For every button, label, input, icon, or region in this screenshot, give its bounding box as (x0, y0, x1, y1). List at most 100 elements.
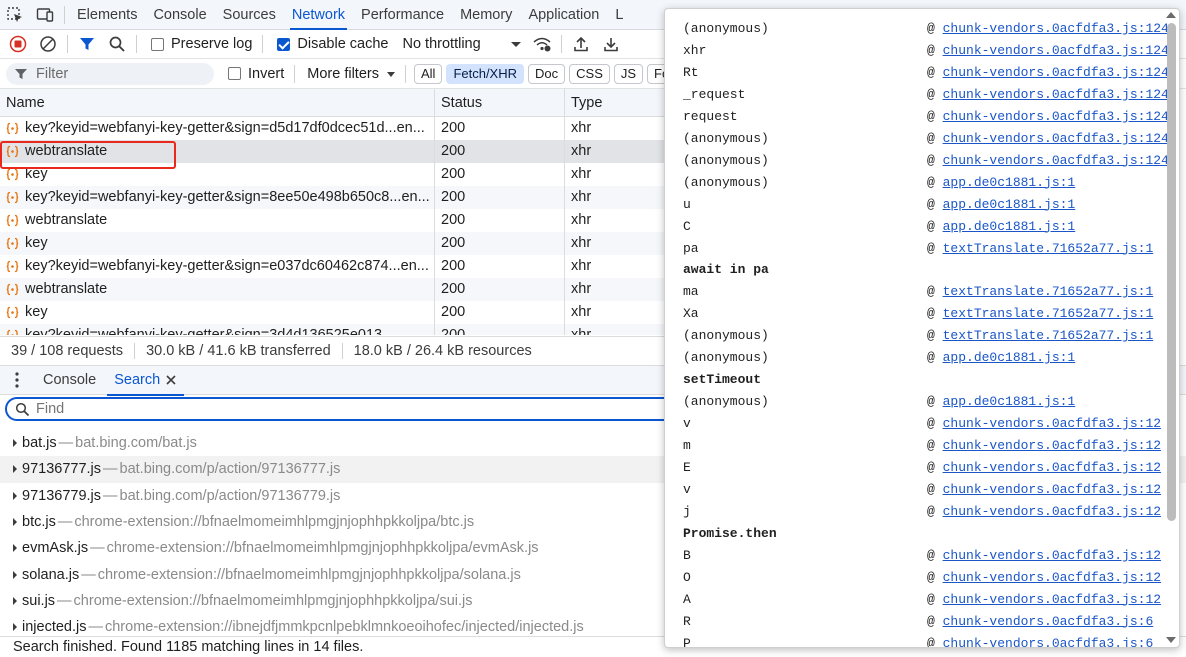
source-link[interactable]: app.de0c1881.js:1 (943, 394, 1076, 409)
search-input[interactable] (36, 401, 536, 417)
column-header-name[interactable]: Name (0, 89, 435, 116)
request-name-cell[interactable]: key (0, 232, 435, 255)
inspect-element-icon[interactable] (0, 0, 30, 30)
at-sign: @ (927, 460, 943, 475)
source-link[interactable]: chunk-vendors.0acfdfa3.js:124 (943, 131, 1169, 146)
request-name-cell[interactable]: key?keyid=webfanyi-key-getter&sign=3d4d1… (0, 324, 435, 335)
tab-sources[interactable]: Sources (215, 0, 284, 30)
checkbox-box[interactable] (277, 37, 291, 51)
table-row[interactable]: webtranslate 200 xhr (0, 278, 664, 301)
source-link[interactable]: app.de0c1881.js:1 (943, 197, 1076, 212)
source-link[interactable]: chunk-vendors.0acfdfa3.js:12 (943, 504, 1161, 519)
column-header-status[interactable]: Status (435, 89, 565, 116)
checkbox-box[interactable] (228, 67, 241, 80)
column-header-type[interactable]: Type (565, 89, 664, 116)
tab-memory[interactable]: Memory (452, 0, 520, 30)
request-name-cell[interactable]: key?keyid=webfanyi-key-getter&sign=d5d17… (0, 117, 435, 140)
network-conditions-icon[interactable] (527, 30, 557, 59)
source-link[interactable]: app.de0c1881.js:1 (943, 219, 1076, 234)
filter-chip-all[interactable]: All (413, 63, 443, 84)
source-link[interactable]: chunk-vendors.0acfdfa3.js:6 (943, 614, 1154, 629)
table-row[interactable]: key?keyid=webfanyi-key-getter&sign=d5d17… (0, 117, 664, 140)
throttling-select[interactable]: No throttling (402, 36, 522, 52)
source-link[interactable]: chunk-vendors.0acfdfa3.js:12 (943, 460, 1161, 475)
invert-checkbox[interactable]: Invert (228, 66, 284, 82)
source-link[interactable]: chunk-vendors.0acfdfa3.js:124 (943, 109, 1169, 124)
request-status: 200 (435, 140, 565, 163)
filter-input[interactable]: Filter (6, 62, 214, 85)
stack-frame-function: _request (683, 86, 746, 102)
preserve-log-checkbox[interactable]: Preserve log (151, 36, 252, 52)
tab-application[interactable]: Application (520, 0, 607, 30)
filter-chip-doc[interactable]: Doc (528, 63, 566, 84)
source-link[interactable]: chunk-vendors.0acfdfa3.js:12 (943, 482, 1161, 497)
source-link[interactable]: chunk-vendors.0acfdfa3.js:12 (943, 570, 1161, 585)
expand-triangle-icon[interactable] (13, 491, 17, 500)
source-link[interactable]: app.de0c1881.js:1 (943, 350, 1076, 365)
request-name-cell[interactable]: key (0, 301, 435, 324)
source-link[interactable]: app.de0c1881.js:1 (943, 175, 1076, 190)
source-link[interactable]: chunk-vendors.0acfdfa3.js:12 (943, 438, 1161, 453)
close-icon[interactable] (164, 373, 178, 387)
expand-triangle-icon[interactable] (13, 465, 17, 474)
request-name-cell[interactable]: webtranslate (0, 209, 435, 232)
tab-performance[interactable]: Performance (353, 0, 452, 30)
source-link[interactable]: chunk-vendors.0acfdfa3.js:12 (943, 592, 1161, 607)
table-row[interactable]: key 200 xhr (0, 232, 664, 255)
search-field[interactable] (5, 397, 705, 421)
scroll-down-icon[interactable] (1166, 637, 1176, 643)
table-row[interactable]: key?keyid=webfanyi-key-getter&sign=e037d… (0, 255, 664, 278)
tab-console[interactable]: Console (145, 0, 214, 30)
filter-chip-fetchxhr[interactable]: Fetch/XHR (446, 63, 525, 84)
source-link[interactable]: chunk-vendors.0acfdfa3.js:124 (943, 153, 1169, 168)
search-icon (15, 402, 30, 416)
source-link[interactable]: textTranslate.71652a77.js:1 (943, 306, 1154, 321)
stack-frame-function: C (683, 218, 691, 234)
tab-l[interactable]: L (607, 0, 631, 30)
source-link[interactable]: chunk-vendors.0acfdfa3.js:6 (943, 636, 1154, 647)
scrollbar-thumb[interactable] (1167, 23, 1176, 521)
table-row[interactable]: key 200 xhr (0, 301, 664, 324)
drawer-tab-search[interactable]: Search (105, 366, 185, 396)
table-row[interactable]: key?keyid=webfanyi-key-getter&sign=8ee50… (0, 186, 664, 209)
filter-icon[interactable] (72, 30, 102, 59)
at-sign: @ (927, 481, 943, 497)
source-link[interactable]: chunk-vendors.0acfdfa3.js:124 (943, 21, 1169, 36)
expand-triangle-icon[interactable] (13, 439, 17, 448)
expand-triangle-icon[interactable] (13, 623, 17, 632)
search-icon[interactable] (102, 30, 132, 59)
device-toolbar-icon[interactable] (30, 0, 60, 30)
more-filters-dropdown[interactable]: More filters (307, 66, 397, 82)
stack-frame-function: v (683, 481, 691, 497)
request-name-cell[interactable]: key?keyid=webfanyi-key-getter&sign=e037d… (0, 255, 435, 278)
tab-network[interactable]: Network (284, 0, 353, 30)
scroll-up-icon[interactable] (1166, 12, 1176, 18)
filter-chip-css[interactable]: CSS (569, 63, 610, 84)
source-link[interactable]: textTranslate.71652a77.js:1 (943, 284, 1154, 299)
more-options-icon[interactable] (0, 372, 34, 388)
source-link[interactable]: chunk-vendors.0acfdfa3.js:124 (943, 87, 1169, 102)
import-har-icon[interactable] (566, 30, 596, 59)
stop-recording-icon[interactable] (3, 30, 33, 59)
expand-triangle-icon[interactable] (13, 518, 17, 527)
filter-chip-js[interactable]: JS (613, 63, 644, 84)
clear-icon[interactable] (33, 30, 63, 59)
expand-triangle-icon[interactable] (13, 544, 17, 553)
export-har-icon[interactable] (596, 30, 626, 59)
disable-cache-checkbox[interactable]: Disable cache (277, 36, 388, 52)
table-row[interactable]: webtranslate 200 xhr (0, 209, 664, 232)
checkbox-box[interactable] (151, 37, 164, 51)
tab-elements[interactable]: Elements (69, 0, 145, 30)
request-name-cell[interactable]: webtranslate (0, 278, 435, 301)
source-link[interactable]: chunk-vendors.0acfdfa3.js:124 (943, 43, 1169, 58)
expand-triangle-icon[interactable] (13, 570, 17, 579)
request-name-cell[interactable]: key?keyid=webfanyi-key-getter&sign=8ee50… (0, 186, 435, 209)
source-link[interactable]: chunk-vendors.0acfdfa3.js:12 (943, 416, 1161, 431)
drawer-tab-console[interactable]: Console (34, 366, 105, 395)
expand-triangle-icon[interactable] (13, 596, 17, 605)
source-link[interactable]: textTranslate.71652a77.js:1 (943, 241, 1154, 256)
source-link[interactable]: chunk-vendors.0acfdfa3.js:124 (943, 65, 1169, 80)
source-link[interactable]: chunk-vendors.0acfdfa3.js:12 (943, 548, 1161, 563)
table-row[interactable]: key?keyid=webfanyi-key-getter&sign=3d4d1… (0, 324, 664, 335)
source-link[interactable]: textTranslate.71652a77.js:1 (943, 328, 1154, 343)
